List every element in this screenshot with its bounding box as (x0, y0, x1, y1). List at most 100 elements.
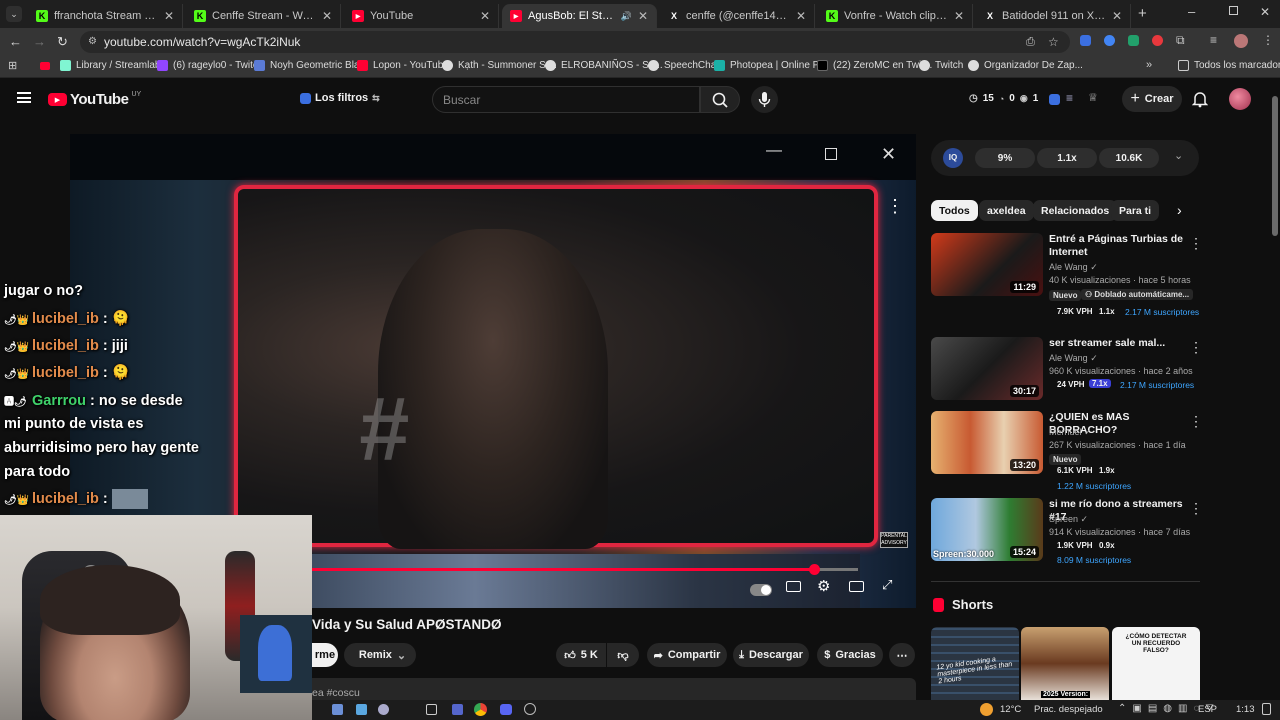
menu-kebab-icon[interactable]: ⋮ (1262, 33, 1274, 47)
recommendation-card[interactable]: 30:17 ser streamer sale mal... Ale Wang … (931, 337, 1203, 407)
more-actions-button[interactable]: ⋯ (889, 643, 915, 667)
reload-icon[interactable]: ↻ (57, 34, 68, 50)
chip-for-you[interactable]: Para ti (1111, 200, 1160, 221)
back-icon[interactable]: ← (9, 34, 22, 49)
tab-0[interactable]: K ffranchota Stream - Watch Live on Kick… (28, 4, 183, 28)
extension-icon[interactable] (1104, 35, 1115, 46)
chips-next-icon[interactable]: › (1177, 202, 1182, 218)
close-icon[interactable]: ✕ (480, 9, 490, 23)
discord-icon[interactable] (500, 704, 512, 715)
rec-channel[interactable]: Mernuel ✓ (1049, 427, 1092, 438)
close-icon[interactable]: ✕ (322, 9, 332, 23)
minimize-window-icon[interactable]: – (1188, 4, 1195, 19)
bookmark-item[interactable]: Noyh Geometric Bla... (254, 60, 368, 71)
short-card[interactable]: 12 yo kid cooking a masterpiece in less … (931, 627, 1019, 700)
install-icon[interactable]: ⎙ (1026, 31, 1035, 53)
search-button[interactable] (700, 86, 740, 113)
close-icon[interactable]: ✕ (881, 144, 896, 165)
scrollbar-thumb[interactable] (1272, 96, 1278, 236)
chip-related[interactable]: Relacionados (1033, 200, 1118, 221)
download-button[interactable]: ⤓ Descargar (733, 643, 809, 667)
profile-avatar[interactable] (1234, 34, 1248, 48)
recommendation-card[interactable]: 13:20 ¿QUIEN es MAS BORRACHO? Mernuel ✓ … (931, 411, 1203, 491)
more-options-icon[interactable]: ⋮ (1189, 235, 1203, 252)
notifications-bell-icon[interactable] (1192, 90, 1208, 108)
close-icon[interactable]: ✕ (796, 9, 806, 23)
trophy-icon[interactable]: ♕ (1088, 91, 1098, 104)
rec-channel[interactable]: Ale Wang ✓ (1049, 353, 1098, 364)
thanks-button[interactable]: $ Gracias (817, 643, 883, 667)
youtube-logo[interactable]: ▶ YouTube UY (48, 91, 141, 108)
rec-channel[interactable]: Spreen ✓ (1049, 514, 1088, 525)
video-thumbnail[interactable]: 13:20 (931, 411, 1043, 474)
tab-5[interactable]: K Vonfre - Watch clips on Kick ✕ (818, 4, 973, 28)
bookmark-star-icon[interactable]: ☆ (1048, 31, 1059, 53)
miniplayer-icon[interactable] (849, 581, 864, 592)
fullscreen-icon[interactable]: ⤢ (882, 577, 892, 593)
all-bookmarks-folder[interactable]: Todos los marcadores (1178, 60, 1280, 71)
minimize-icon[interactable]: — (766, 142, 782, 160)
settings-gear-icon[interactable]: ⚙ (817, 577, 830, 595)
bookmark-item[interactable]: Twitch (919, 60, 963, 71)
bookmark-item[interactable]: Library / Streamlabs (60, 60, 165, 71)
account-avatar[interactable] (1229, 88, 1251, 110)
video-thumbnail[interactable]: Spreen:30.000 15:24 (931, 498, 1043, 561)
chip-all[interactable]: Todos (931, 200, 978, 221)
video-thumbnail[interactable]: 30:17 (931, 337, 1043, 400)
close-icon[interactable]: ✕ (638, 9, 648, 23)
chrome-icon[interactable] (474, 703, 487, 716)
chip-axeldea[interactable]: axeldea (979, 200, 1034, 221)
taskbar-app-icon[interactable] (332, 704, 343, 715)
list-icon[interactable]: ≡ (1066, 91, 1073, 105)
bookmark-item[interactable]: Organizador De Zap... (968, 60, 1083, 71)
extension-icon[interactable] (1080, 35, 1091, 46)
like-button[interactable]: 👍︎ 5 K (556, 643, 606, 667)
extension-icon[interactable] (1152, 35, 1163, 46)
tab-search-button[interactable]: ⌄ (6, 6, 22, 22)
chevron-down-icon[interactable]: ⌄ (1174, 149, 1183, 162)
subtitles-icon[interactable] (786, 581, 801, 592)
tab-1[interactable]: K Cenffe Stream - Watch Live on Kick ✕ (186, 4, 341, 28)
tab-3-active[interactable]: ▶ AgusBob: El Streamer que ... 🔊 ✕ (502, 4, 657, 28)
search-input[interactable]: Buscar (432, 86, 700, 113)
more-options-icon[interactable]: ⋮ (1189, 500, 1203, 517)
filters-button[interactable]: Los filtros ⇆ (300, 92, 380, 104)
subscribe-button[interactable]: rme (312, 643, 338, 667)
url-field[interactable]: ⚙ youtube.com/watch?v=wgAcTk2iNuk ⎙ ☆ (80, 31, 1070, 53)
rec-channel[interactable]: Ale Wang ✓ (1049, 262, 1098, 273)
more-options-icon[interactable]: ⋮ (1189, 413, 1203, 430)
tab-6[interactable]: X Batidodel 911 on X: "libertad p... ✕ (976, 4, 1131, 28)
rec-title[interactable]: ser streamer sale mal... (1049, 337, 1184, 350)
bookmark-item[interactable]: (6) rageylo0 - Twitch (157, 60, 263, 71)
bookmark-item[interactable]: (22) ZeroMC en Twit... (817, 60, 932, 71)
page-scrollbar[interactable] (1272, 90, 1278, 700)
short-card[interactable]: ¿CÓMO DETECTAR UN RECUERDO FALSO? (1112, 627, 1200, 700)
bookmark-item[interactable]: SpeechChat (648, 60, 719, 71)
media-icon[interactable]: ≡ (1210, 33, 1217, 47)
speaker-icon[interactable]: 🔊 (621, 11, 632, 22)
popout-icon[interactable] (825, 148, 837, 160)
taskbar-app-icon[interactable] (356, 704, 367, 715)
iq-extension-icon[interactable] (1049, 94, 1060, 105)
iq-stats-bar[interactable]: IQ 9% 1.1x 10.6K ⌄ (931, 140, 1199, 176)
restore-window-icon[interactable] (1229, 6, 1238, 15)
recommendation-card[interactable]: 11:29 Entré a Páginas Turbias de Interne… (931, 233, 1203, 323)
more-options-icon[interactable]: ⋮ (1189, 339, 1203, 356)
bookmark-item[interactable]: Photopea | Online P... (714, 60, 826, 71)
extension-icon[interactable] (1128, 35, 1139, 46)
remix-button[interactable]: Remix ⌄ (344, 643, 416, 667)
site-info-icon[interactable]: ⚙ (88, 31, 97, 53)
video-thumbnail[interactable]: 11:29 (931, 233, 1043, 296)
hamburger-menu-icon[interactable] (17, 92, 31, 103)
progress-bar[interactable] (310, 564, 858, 575)
tab-4[interactable]: X cenffe (@cenffe14407) / X ✕ (660, 4, 815, 28)
recommendation-card[interactable]: Spreen:30.000 15:24 si me río dono a str… (931, 498, 1203, 568)
close-icon[interactable]: ✕ (954, 9, 964, 23)
dislike-button[interactable]: 👎︎ (607, 643, 639, 667)
notification-icon[interactable] (1262, 703, 1271, 715)
tab-2[interactable]: ▶ YouTube ✕ (344, 4, 499, 28)
short-card[interactable]: 2025 Version: (1021, 627, 1109, 700)
description-box[interactable]: ea #coscu (312, 678, 916, 702)
more-bookmarks-icon[interactable]: » (1146, 59, 1152, 71)
language-indicator[interactable]: ESP (1198, 704, 1217, 715)
